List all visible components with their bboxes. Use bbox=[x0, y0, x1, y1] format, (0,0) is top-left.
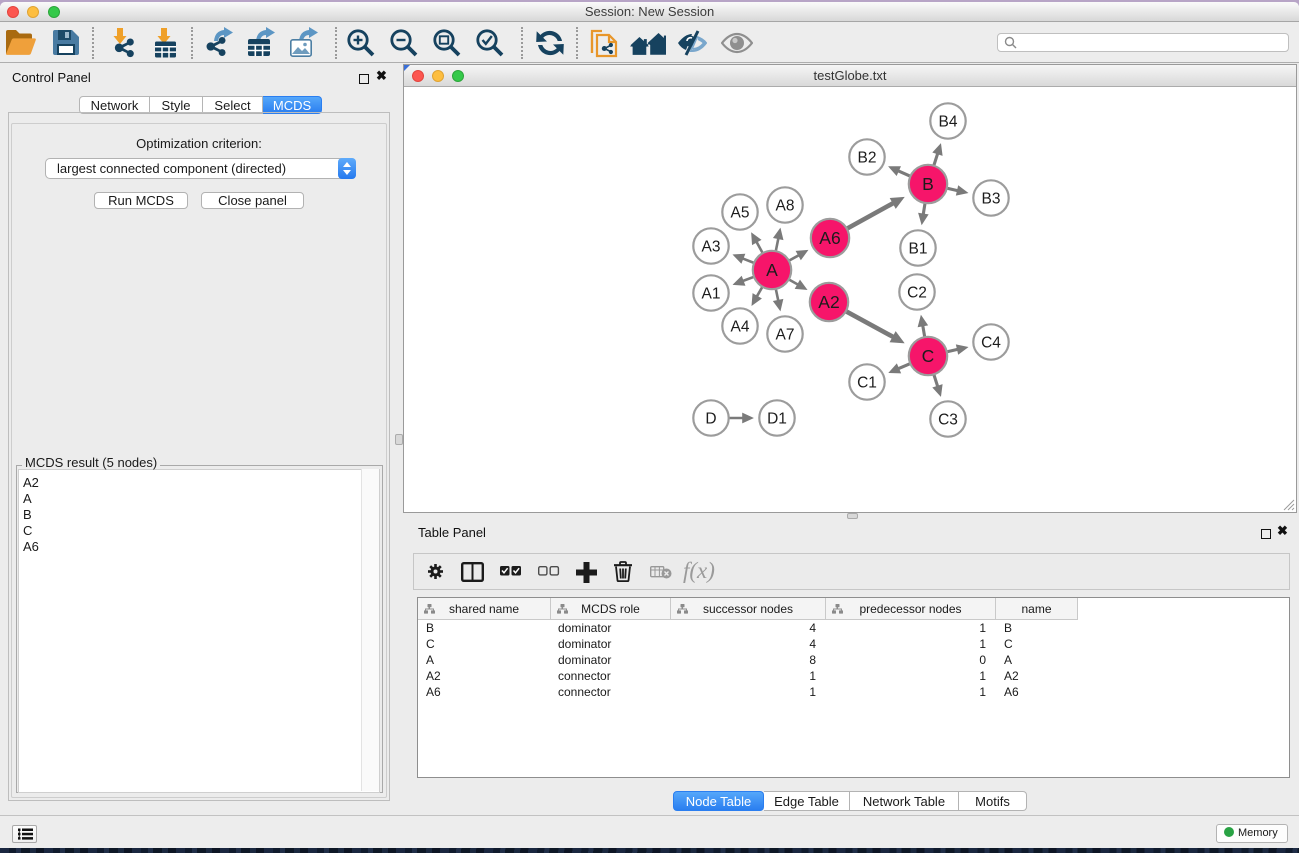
svg-text:B: B bbox=[922, 174, 934, 194]
svg-text:C4: C4 bbox=[981, 335, 1001, 352]
svg-text:B2: B2 bbox=[858, 150, 877, 167]
svg-text:C2: C2 bbox=[907, 285, 927, 302]
svg-text:A8: A8 bbox=[776, 198, 795, 215]
svg-text:A6: A6 bbox=[819, 228, 840, 248]
svg-text:A1: A1 bbox=[702, 286, 721, 303]
svg-text:A3: A3 bbox=[702, 239, 721, 256]
svg-text:A4: A4 bbox=[731, 319, 750, 336]
svg-text:A: A bbox=[766, 260, 778, 280]
svg-text:C1: C1 bbox=[857, 375, 877, 392]
svg-text:D: D bbox=[705, 411, 716, 428]
svg-text:C: C bbox=[922, 346, 935, 366]
svg-text:A7: A7 bbox=[776, 327, 795, 344]
svg-text:B4: B4 bbox=[939, 114, 958, 131]
svg-text:A5: A5 bbox=[731, 205, 750, 222]
svg-text:A2: A2 bbox=[818, 292, 839, 312]
svg-text:B1: B1 bbox=[909, 241, 928, 258]
svg-text:B3: B3 bbox=[982, 191, 1001, 208]
svg-text:C3: C3 bbox=[938, 412, 958, 429]
svg-text:D1: D1 bbox=[767, 411, 787, 428]
